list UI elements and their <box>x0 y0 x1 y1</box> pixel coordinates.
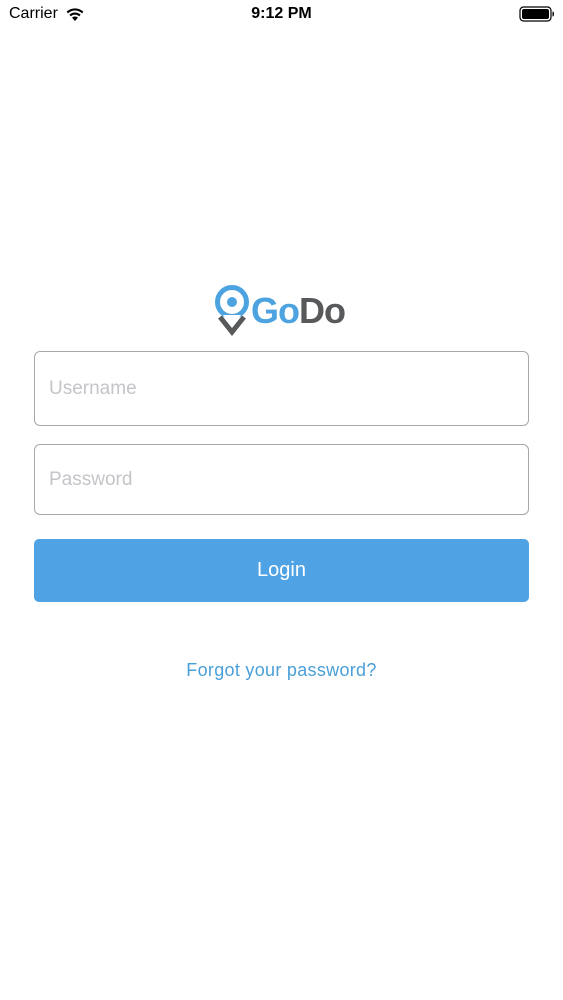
status-time: 9:12 PM <box>251 5 312 22</box>
status-bar: Carrier 9:12 PM <box>0 0 563 30</box>
logo-group: GoDo <box>214 284 346 336</box>
username-input[interactable] <box>35 352 528 425</box>
location-pin-icon <box>215 285 249 336</box>
password-field-container <box>34 444 529 515</box>
logo-text-go: Go <box>251 290 300 331</box>
forgot-password-link[interactable]: Forgot your password? <box>0 660 563 681</box>
logo-text-do: Do <box>299 290 346 331</box>
password-input[interactable] <box>35 445 528 514</box>
app-logo: GoDo <box>0 284 563 336</box>
logo-wordmark: GoDo <box>251 290 346 331</box>
battery-icon <box>519 6 554 22</box>
username-field-container <box>34 351 529 426</box>
login-button[interactable]: Login <box>34 539 529 602</box>
